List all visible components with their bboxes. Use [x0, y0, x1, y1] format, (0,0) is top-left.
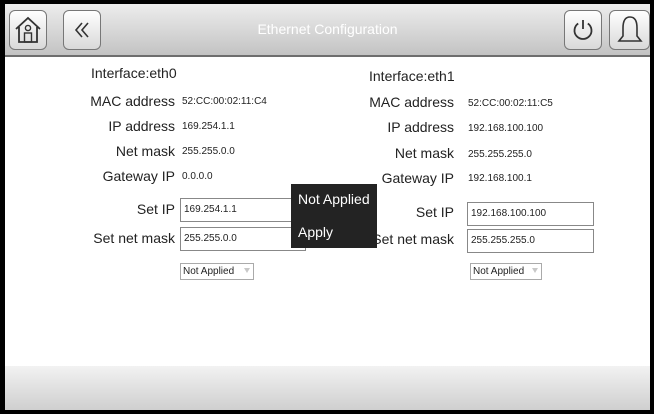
bell-icon [616, 16, 643, 42]
power-button[interactable] [564, 10, 602, 50]
menu-item-not-applied[interactable]: Not Applied [291, 184, 377, 215]
eth1-mac-value: 52:CC:00:02:11:C5 [468, 98, 553, 109]
eth0-interface-label: Interface:eth0 [91, 65, 177, 81]
eth0-set-mask-input[interactable]: 255.255.0.0 [180, 227, 306, 251]
eth1-gateway-value: 192.168.100.1 [468, 173, 532, 184]
eth1-interface-label: Interface:eth1 [369, 68, 455, 84]
eth1-set-ip-input[interactable]: 192.168.100.100 [467, 202, 594, 226]
top-bar: Ethernet Configuration [5, 4, 650, 57]
eth0-apply-select[interactable]: Not Applied [180, 263, 254, 280]
eth0-mask-label: Net mask [115, 143, 175, 159]
eth1-mask-value: 255.255.255.0 [468, 149, 532, 160]
home-icon [15, 16, 41, 43]
eth1-mask-label: Net mask [394, 145, 454, 161]
menu-item-apply[interactable]: Apply [291, 217, 377, 248]
eth0-gateway-label: Gateway IP [102, 168, 175, 184]
eth0-ip-value: 169.254.1.1 [182, 121, 235, 132]
dropdown-arrow-icon [532, 268, 538, 273]
eth0-gateway-value: 0.0.0.0 [182, 171, 213, 182]
apply-dropdown-menu: Not Applied Apply [291, 184, 377, 248]
notifications-button[interactable] [609, 10, 650, 50]
back-button[interactable] [63, 10, 101, 50]
eth0-apply-select-value: Not Applied [183, 266, 235, 277]
home-button[interactable] [9, 10, 47, 50]
eth0-mac-label: MAC address [90, 93, 175, 109]
eth1-mac-label: MAC address [369, 94, 454, 110]
eth0-set-mask-label: Set net mask [93, 230, 175, 246]
eth1-apply-select-value: Not Applied [473, 266, 525, 277]
ethernet-config-screen: Ethernet Configuration Interface:eth0 MA… [5, 4, 650, 410]
power-icon [573, 20, 593, 40]
eth1-apply-select[interactable]: Not Applied [470, 263, 542, 280]
eth1-gateway-label: Gateway IP [381, 170, 454, 186]
eth1-set-ip-label: Set IP [415, 204, 454, 220]
footer-bar [5, 366, 650, 410]
eth0-set-ip-input[interactable]: 169.254.1.1 [180, 198, 306, 222]
back-icon [74, 22, 89, 38]
eth1-set-mask-input[interactable]: 255.255.255.0 [467, 229, 594, 253]
dropdown-arrow-icon [244, 268, 250, 273]
eth0-ip-label: IP address [108, 118, 175, 134]
page-title: Ethernet Configuration [257, 21, 398, 37]
eth0-mask-value: 255.255.0.0 [182, 146, 235, 157]
eth0-set-ip-label: Set IP [136, 201, 175, 217]
eth0-mac-value: 52:CC:00:02:11:C4 [182, 96, 267, 107]
eth1-ip-value: 192.168.100.100 [468, 123, 544, 134]
eth1-ip-label: IP address [387, 119, 454, 135]
eth1-set-mask-label: Set net mask [372, 231, 454, 247]
